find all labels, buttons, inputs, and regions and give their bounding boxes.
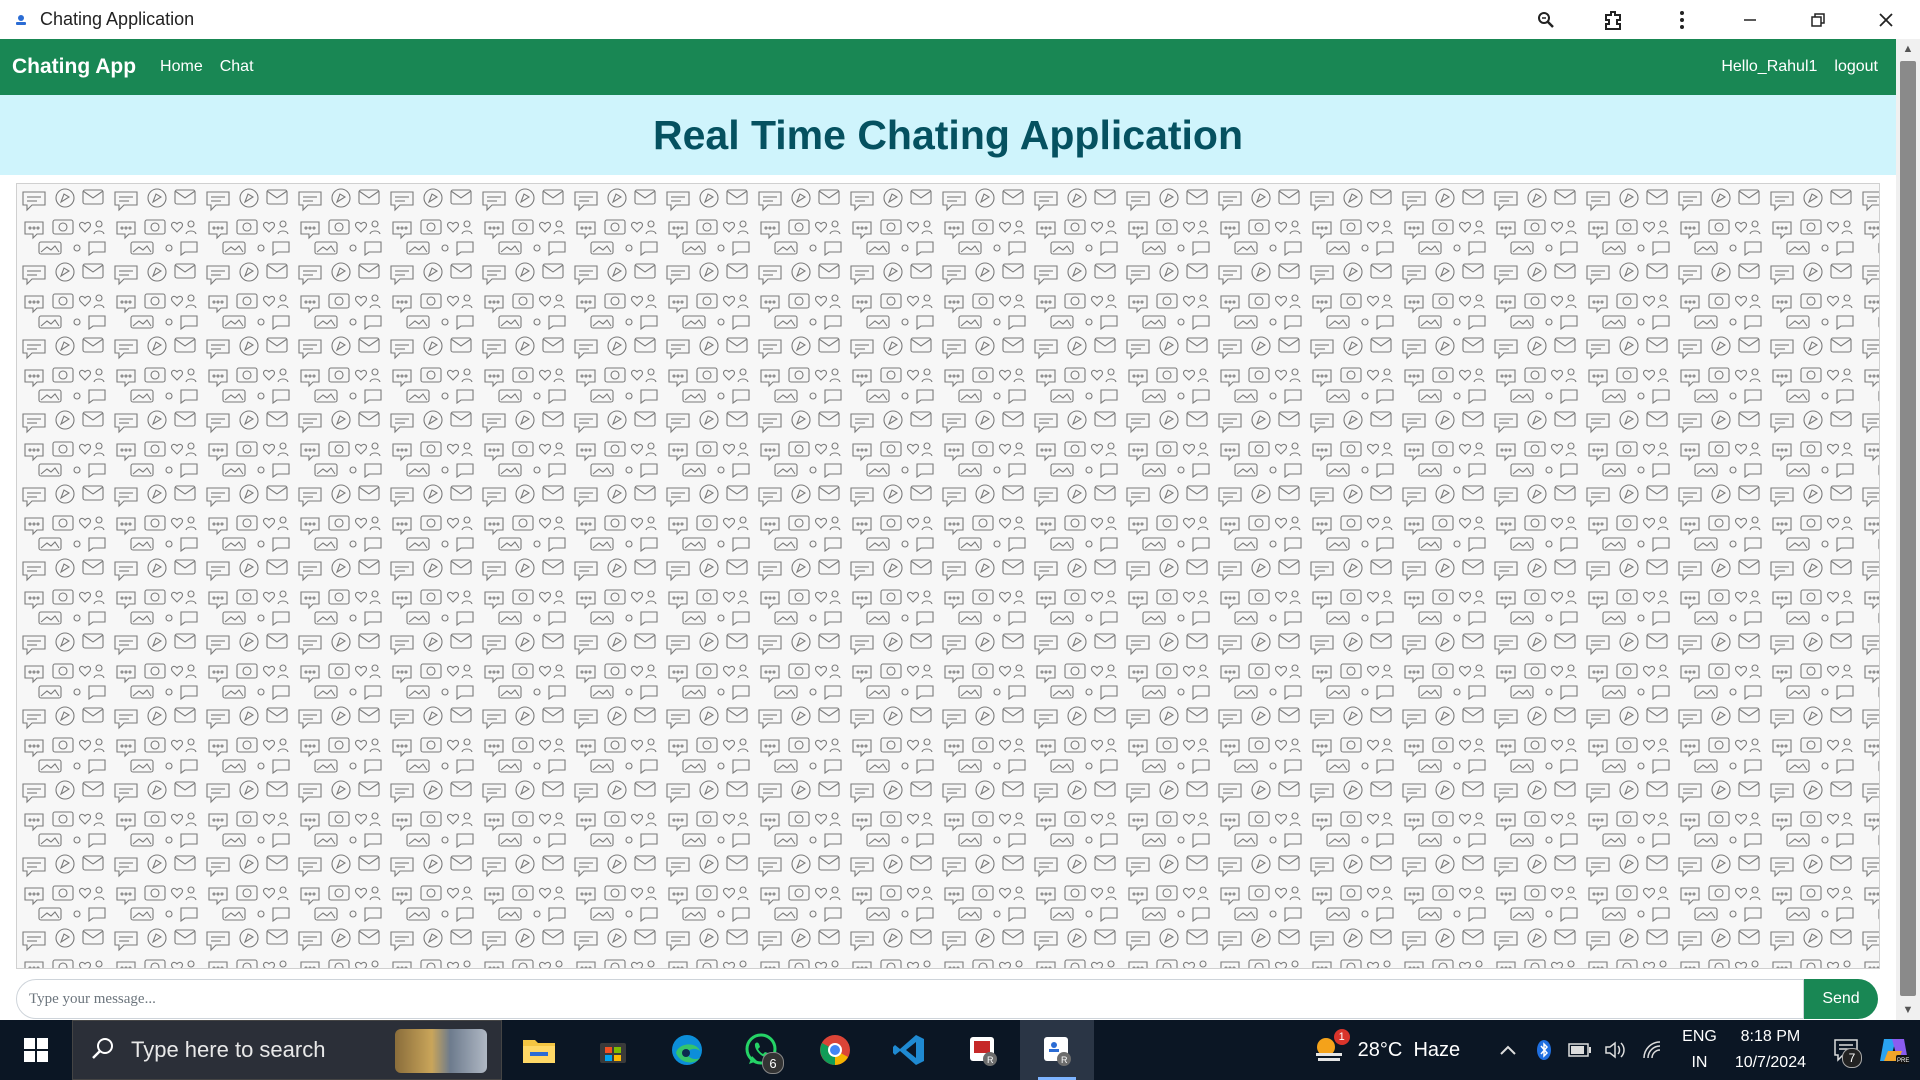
weather-condition: Haze bbox=[1413, 1038, 1461, 1061]
search-icon bbox=[91, 1036, 115, 1065]
svg-text:PRE: PRE bbox=[1897, 1058, 1909, 1064]
svg-text:R: R bbox=[987, 1055, 994, 1065]
message-input[interactable] bbox=[16, 979, 1804, 1019]
app-navbar: Chating App Home Chat Hello_Rahul1 logou… bbox=[0, 39, 1896, 95]
scroll-down-arrow-icon[interactable]: ▼ bbox=[1896, 1000, 1920, 1020]
weather-temp: 28°C bbox=[1357, 1038, 1403, 1061]
message-composer: Send bbox=[16, 979, 1878, 1019]
search-placeholder: Type here to search bbox=[131, 1037, 326, 1062]
nav-link-home[interactable]: Home bbox=[160, 58, 203, 76]
send-button[interactable]: Send bbox=[1804, 979, 1878, 1019]
notifications-icon[interactable]: 7 bbox=[1824, 1020, 1868, 1080]
volume-icon[interactable] bbox=[1598, 1020, 1634, 1080]
nav-link-chat[interactable]: Chat bbox=[220, 58, 254, 76]
zoom-icon[interactable] bbox=[1512, 0, 1580, 39]
scroll-up-arrow-icon[interactable]: ▲ bbox=[1896, 39, 1920, 59]
more-icon[interactable] bbox=[1648, 0, 1716, 39]
weather-badge: 1 bbox=[1333, 1029, 1350, 1045]
vscode-icon[interactable] bbox=[872, 1020, 946, 1080]
start-button[interactable] bbox=[0, 1020, 72, 1080]
page-scrollbar[interactable]: ▲ ▼ bbox=[1896, 39, 1920, 1020]
windows-logo-icon bbox=[24, 1038, 48, 1062]
weather-icon: 1 bbox=[1312, 1029, 1350, 1067]
battery-icon[interactable] bbox=[1562, 1020, 1598, 1080]
chevron-up-icon[interactable] bbox=[1490, 1020, 1526, 1080]
window-title: Chating Application bbox=[40, 9, 195, 29]
scroll-thumb[interactable] bbox=[1900, 61, 1916, 996]
clock-time: 8:18 PM bbox=[1740, 1028, 1801, 1045]
language-region: IN bbox=[1691, 1054, 1708, 1071]
chat-messages-area[interactable] bbox=[16, 183, 1880, 969]
search-highlight-image bbox=[395, 1029, 487, 1073]
bluetooth-icon[interactable] bbox=[1526, 1020, 1562, 1080]
copilot-icon[interactable]: PRE bbox=[1868, 1020, 1920, 1080]
microsoft-store-icon[interactable] bbox=[576, 1020, 650, 1080]
whatsapp-badge: 6 bbox=[762, 1052, 784, 1074]
system-tray: 1 28°C Haze ENG IN 8:18 PM 10/7/2024 7 P… bbox=[1312, 1020, 1920, 1080]
taskbar-search[interactable]: Type here to search bbox=[72, 1020, 502, 1080]
whatsapp-icon[interactable]: 6 bbox=[724, 1020, 798, 1080]
logout-link[interactable]: logout bbox=[1834, 58, 1878, 76]
doodle-background bbox=[17, 184, 1879, 968]
windows-taskbar: Type here to search 6 R R 1 28°C Haze EN… bbox=[0, 1020, 1920, 1080]
extensions-icon[interactable] bbox=[1580, 0, 1648, 39]
user-greeting[interactable]: Hello_Rahul1 bbox=[1721, 58, 1817, 76]
minimize-icon[interactable] bbox=[1716, 0, 1784, 39]
close-icon[interactable] bbox=[1852, 0, 1920, 39]
weather-widget[interactable]: 1 28°C Haze bbox=[1312, 1029, 1461, 1067]
restore-icon[interactable] bbox=[1784, 0, 1852, 39]
page-title: Real Time Chating Application bbox=[652, 111, 1243, 158]
wifi-icon[interactable] bbox=[1634, 1020, 1670, 1080]
language-code: ENG bbox=[1682, 1028, 1717, 1045]
notifications-badge: 7 bbox=[1842, 1048, 1862, 1068]
app-icon-r[interactable]: R bbox=[946, 1020, 1020, 1080]
file-explorer-icon[interactable] bbox=[502, 1020, 576, 1080]
language-indicator[interactable]: ENG IN bbox=[1682, 1024, 1717, 1076]
chrome-icon[interactable] bbox=[798, 1020, 872, 1080]
navbar-brand[interactable]: Chating App bbox=[12, 55, 136, 79]
taskbar-clock[interactable]: 8:18 PM 10/7/2024 bbox=[1735, 1024, 1806, 1076]
edge-icon[interactable] bbox=[650, 1020, 724, 1080]
window-titlebar: Chating Application bbox=[0, 0, 1920, 39]
clock-date: 10/7/2024 bbox=[1734, 1054, 1806, 1071]
svg-text:R: R bbox=[1061, 1055, 1068, 1065]
app-logo-icon bbox=[14, 13, 28, 27]
chating-app-icon[interactable]: R bbox=[1020, 1020, 1094, 1080]
page-banner: Real Time Chating Application bbox=[0, 95, 1896, 175]
